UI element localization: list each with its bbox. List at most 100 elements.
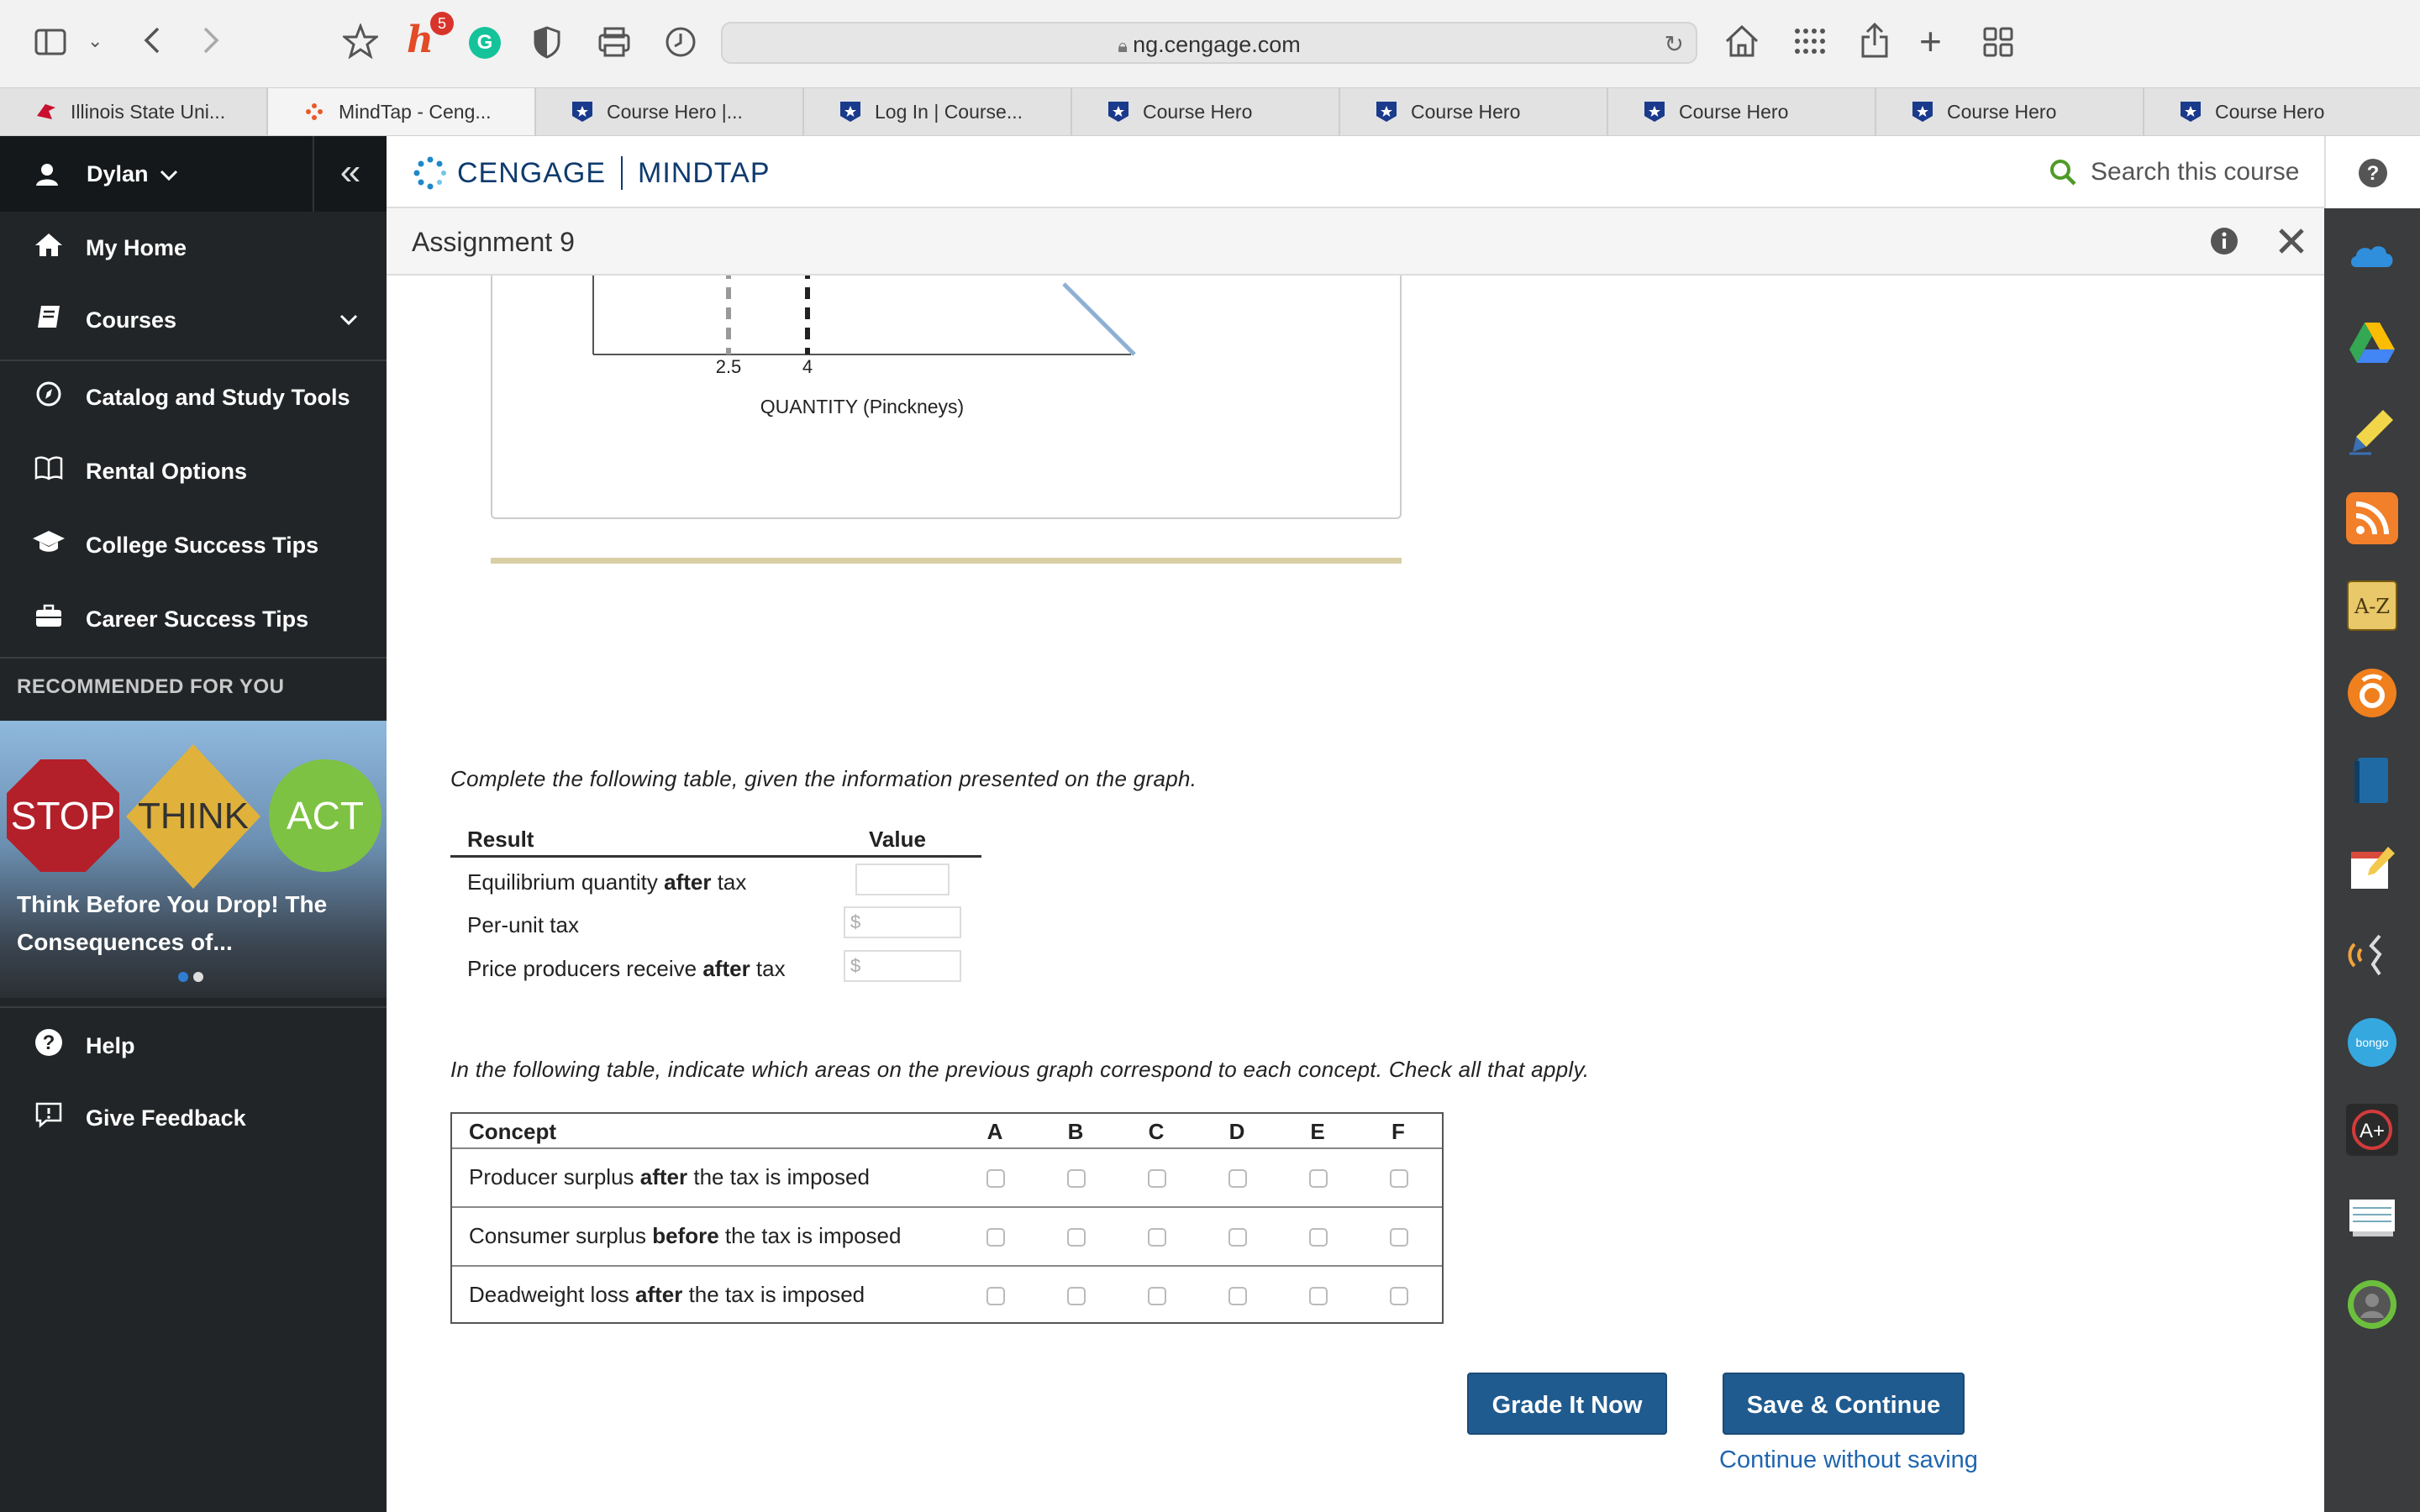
checkbox-consumer-surplus-a[interactable] — [986, 1228, 1005, 1247]
checkbox-producer-surplus-c[interactable] — [1148, 1169, 1166, 1188]
ebook-icon[interactable] — [2346, 754, 2398, 806]
checkbox-producer-surplus-b[interactable] — [1067, 1169, 1086, 1188]
sidebar-item-rental-options[interactable]: Rental Options — [0, 435, 387, 507]
tab-label: Illinois State Uni... — [71, 100, 226, 123]
audio-speaker-icon[interactable] — [2346, 929, 2398, 981]
chevron-down-icon — [339, 314, 358, 326]
tab-course-hero-6[interactable]: Course Hero — [2144, 88, 2420, 135]
sidebar-item-give-feedback[interactable]: Give Feedback — [0, 1082, 387, 1154]
checkbox-consumer-surplus-d[interactable] — [1228, 1228, 1247, 1247]
onedrive-icon[interactable] — [2346, 230, 2398, 282]
history-clock-icon[interactable] — [664, 25, 697, 65]
reload-icon[interactable]: ↻ — [1665, 30, 1684, 58]
tab-course-hero-2[interactable]: Course Hero — [1072, 88, 1340, 135]
sidebar-item-label: College Success Tips — [86, 532, 319, 558]
honey-extension-icon[interactable]: h — [407, 22, 434, 59]
print-icon[interactable] — [597, 25, 632, 65]
checkbox-deadweight-loss-a[interactable] — [986, 1287, 1005, 1305]
notes-icon[interactable] — [2346, 842, 2398, 894]
checkbox-consumer-surplus-c[interactable] — [1148, 1228, 1166, 1247]
checkbox-producer-surplus-e[interactable] — [1309, 1169, 1328, 1188]
grammarly-extension-icon[interactable]: G — [469, 27, 501, 59]
aplus-test-prep-icon[interactable]: A+ — [2346, 1104, 2398, 1156]
tab-course-hero-5[interactable]: Course Hero — [1876, 88, 2144, 135]
row-text: tax — [750, 956, 786, 981]
shield-icon[interactable] — [533, 25, 561, 65]
save-and-continue-button[interactable]: Save & Continue — [1723, 1373, 1965, 1435]
sidebar-item-catalog[interactable]: Catalog and Study Tools — [0, 361, 387, 433]
home-icon[interactable] — [1724, 24, 1760, 65]
checkbox-producer-surplus-f[interactable] — [1390, 1169, 1408, 1188]
carousel-dots[interactable] — [178, 971, 203, 986]
forward-icon[interactable] — [198, 24, 224, 63]
close-icon[interactable] — [2277, 227, 2306, 255]
tab-illinois-state[interactable]: Illinois State Uni... — [0, 88, 268, 135]
result-table-header-rule — [450, 855, 981, 858]
sidebar-item-college-success[interactable]: College Success Tips — [0, 509, 387, 581]
google-drive-icon[interactable] — [2346, 318, 2398, 370]
course-hero-favicon-icon — [1912, 102, 1933, 122]
checkbox-deadweight-loss-e[interactable] — [1309, 1287, 1328, 1305]
readspeaker-icon[interactable] — [2346, 667, 2398, 719]
address-bar[interactable]: 🔒︎ ng.cengage.com ↻ — [721, 22, 1697, 64]
sidebar-item-label: My Home — [86, 234, 187, 260]
sidebar-item-help[interactable]: ? Help — [0, 1010, 387, 1082]
open-book-icon — [30, 455, 67, 488]
collapse-sidebar-button[interactable]: « — [313, 136, 387, 212]
highlighter-icon[interactable] — [2346, 405, 2398, 457]
rss-feed-icon[interactable] — [2346, 492, 2398, 544]
checkbox-consumer-surplus-e[interactable] — [1309, 1228, 1328, 1247]
checkbox-deadweight-loss-d[interactable] — [1228, 1287, 1247, 1305]
left-sidebar: Dylan « My Home Courses Catalog and Stud… — [0, 136, 387, 1512]
checkbox-producer-surplus-a[interactable] — [986, 1169, 1005, 1188]
tab-course-hero-login[interactable]: Log In | Course... — [804, 88, 1072, 135]
value-column-header: Value — [869, 827, 926, 852]
bookmark-star-icon[interactable] — [340, 22, 381, 65]
profile-avatar-icon[interactable] — [2346, 1278, 2398, 1331]
search-icon[interactable] — [2049, 158, 2077, 186]
tab-mindtap[interactable]: MindTap - Ceng... — [268, 88, 536, 135]
sidebar-item-label: Rental Options — [86, 458, 248, 484]
tab-course-hero-4[interactable]: Course Hero — [1608, 88, 1876, 135]
checkbox-producer-surplus-d[interactable] — [1228, 1169, 1247, 1188]
bongo-icon[interactable]: bongo — [2346, 1016, 2398, 1068]
flashcards-icon[interactable] — [2346, 1191, 2398, 1243]
info-icon[interactable] — [2210, 227, 2238, 255]
tab-course-hero-3[interactable]: Course Hero — [1340, 88, 1608, 135]
checkbox-consumer-surplus-f[interactable] — [1390, 1228, 1408, 1247]
browser-tab-strip: Illinois State Uni... MindTap - Ceng... … — [0, 87, 2420, 136]
equilibrium-quantity-input[interactable] — [855, 864, 950, 895]
course-hero-favicon-icon — [1376, 102, 1397, 122]
tab-course-hero-1[interactable]: Course Hero |... — [536, 88, 804, 135]
sidebar-toggle-icon[interactable] — [34, 25, 67, 65]
apps-grid-icon[interactable] — [1793, 27, 1827, 63]
tab-overview-icon[interactable] — [1983, 27, 2013, 63]
continue-without-saving-link[interactable]: Continue without saving — [1719, 1446, 1978, 1474]
checkbox-consumer-surplus-b[interactable] — [1067, 1228, 1086, 1247]
tab-label: Course Hero |... — [607, 100, 743, 123]
per-unit-tax-input[interactable]: $ — [844, 906, 961, 938]
share-icon[interactable] — [1860, 22, 1889, 65]
recommended-caption[interactable]: Think Before You Drop! The Consequences … — [17, 885, 370, 961]
help-button[interactable]: ? — [2324, 136, 2420, 208]
chevron-down-icon[interactable]: ⌄ — [87, 32, 103, 50]
producer-price-input[interactable]: $ — [844, 950, 961, 982]
course-hero-favicon-icon — [572, 102, 592, 122]
sidebar-item-my-home[interactable]: My Home — [0, 212, 387, 284]
user-menu[interactable]: Dylan « — [0, 136, 387, 212]
checkbox-deadweight-loss-c[interactable] — [1148, 1287, 1166, 1305]
compass-icon — [30, 381, 67, 415]
book-icon — [30, 304, 67, 337]
checkbox-deadweight-loss-f[interactable] — [1390, 1287, 1408, 1305]
checkbox-deadweight-loss-b[interactable] — [1067, 1287, 1086, 1305]
grade-it-now-button[interactable]: Grade It Now — [1467, 1373, 1667, 1435]
cengage-mindtap-logo[interactable]: CENGAGE MINDTAP — [412, 155, 771, 192]
course-hero-favicon-icon — [1644, 102, 1665, 122]
sidebar-item-courses[interactable]: Courses — [0, 284, 387, 356]
a-z-glossary-icon[interactable]: A-Z — [2346, 580, 2398, 632]
sidebar-item-career-success[interactable]: Career Success Tips — [0, 583, 387, 655]
new-tab-icon[interactable]: + — [1919, 22, 1942, 60]
chevron-down-icon — [160, 170, 178, 181]
search-input[interactable]: Search this course — [2091, 158, 2299, 186]
back-icon[interactable] — [139, 24, 165, 63]
